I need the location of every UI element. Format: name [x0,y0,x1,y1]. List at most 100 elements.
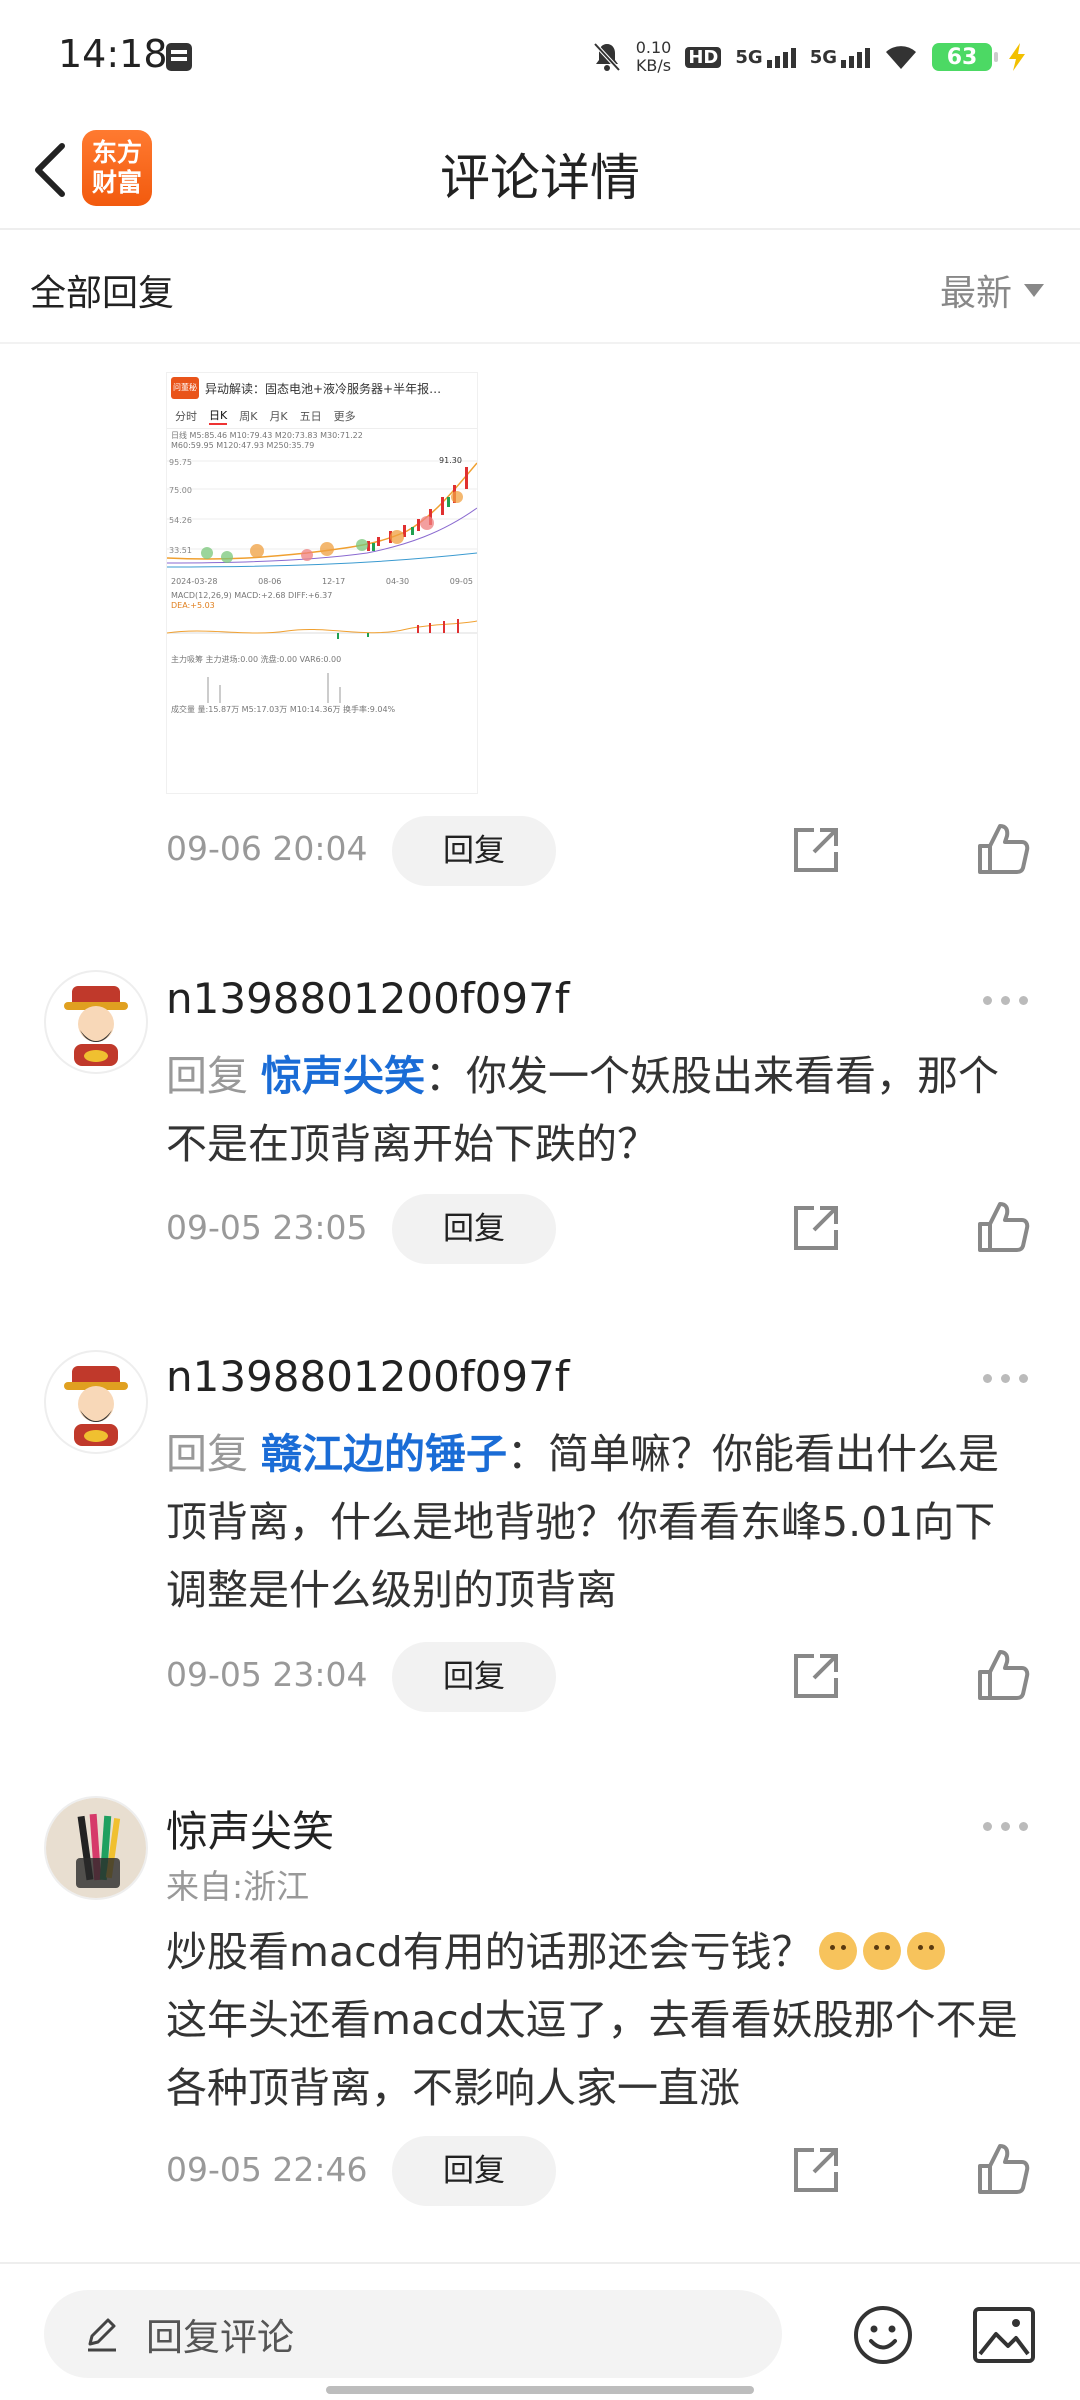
all-replies-label: 全部回复 [30,273,175,314]
dog-face-emoji-icon [906,1932,945,1970]
comment-text-line-2: 这年头还看macd太逗了，去看看妖股那个不是各种顶背离，不影响人家一直涨 [166,1996,1018,2112]
thumbs-up-icon[interactable] [976,1200,1030,1254]
thumb-info-line-1: 日线 M5:85.46 M10:79.43 M20:73.83 M30:71.2… [171,431,363,440]
thumb-info-line-2: M60:59.95 M120:47.93 M250:35.79 [171,441,315,450]
thumb-headline: 异动解读：固态电池+液冷服务器+半年报… [205,381,442,396]
reply-button[interactable]: 回复 [392,1194,556,1264]
thumb-macd-line: MACD(12,26,9) MACD:+2.68 DIFF:+6.37 [171,591,333,600]
stock-chart-image[interactable]: 问董秘 异动解读：固态电池+液冷服务器+半年报… 分时 日K 周K 月K 五日 … [166,372,478,794]
status-bar: 14:18 0.10 KB/s HD 5G 5G 63 [0,0,1080,110]
thumb-date: 12-17 [322,577,346,586]
thumb-date: 08-06 [258,577,282,586]
thumb-headline-row: 问董秘 异动解读：固态电池+液冷服务器+半年报… [167,373,477,403]
thumb-flow-info: 主力吸筹 主力进场:0.00 洗盘:0.00 VAR6:0.00 [171,655,342,664]
dog-face-emoji-icon [862,1932,901,1970]
sort-label: 最新 [939,273,1012,314]
status-icons: 0.10 KB/s HD 5G 5G 63 [592,34,1028,80]
fortune-god-avatar-icon [64,986,128,1066]
sim2-label: 5G [809,46,837,68]
comment-username[interactable]: n1398801200f097f [166,1352,570,1401]
reply-to-user-link[interactable]: 惊声尖笑 [261,1052,425,1100]
bottom-reply-bar: 回复评论 [0,2262,1080,2400]
sort-dropdown[interactable]: 最新 [940,264,1044,316]
network-speed-value: 0.10 [635,38,672,57]
share-icon[interactable] [790,1650,842,1702]
price-label: 75.00 [169,486,192,495]
share-icon[interactable] [790,824,842,876]
reply-prefix: 回复 [166,1052,248,1100]
comment-time: 09-06 20:04 [166,829,368,868]
hd-indicator: HD [685,46,722,68]
thumb-tab-active: 日K [209,407,228,425]
signal-bars-icon [841,47,870,68]
thumb-tab: 五日 [299,409,322,423]
reply-to-user-link[interactable]: 赣江边的锤子 [261,1430,507,1478]
reply-comment-input[interactable]: 回复评论 [44,2290,782,2378]
comment-body: 炒股看macd有用的话那还会亏钱？ 这年头还看macd太逗了，去看看妖股那个不是… [166,1918,1036,2122]
mute-bell-icon [593,42,621,72]
sim-card-icon [166,43,192,71]
comment-time: 09-05 23:05 [166,1208,368,1247]
triangle-down-icon [1024,283,1044,297]
page-title: 评论详情 [440,149,640,207]
thumb-dea-line: DEA:+5.03 [171,601,215,610]
avatar[interactable] [44,1796,148,1900]
thumb-tab: 分时 [175,409,197,423]
photo-avatar-icon [46,1798,146,1898]
more-options-icon[interactable] [983,1822,1028,1831]
thumbs-up-icon[interactable] [976,2142,1030,2196]
reply-button[interactable]: 回复 [392,1642,556,1712]
thumb-tabs: 分时 日K 周K 月K 五日 更多 [167,403,477,429]
signal-bars-icon [766,47,796,68]
comment-time: 09-05 22:46 [166,2150,368,2189]
thumb-tab: 周K [239,409,258,423]
thumb-tab: 月K [269,409,288,423]
reply-button[interactable]: 回复 [392,2136,556,2206]
more-options-icon[interactable] [983,1374,1028,1383]
thumb-date: 09-05 [449,577,473,586]
emoji-icon[interactable] [852,2304,914,2366]
sim1-label: 5G [735,46,763,68]
thumb-tab: 更多 [333,409,356,423]
signal-sim1: 5G [735,46,796,68]
image-icon[interactable] [972,2306,1036,2364]
replies-section-header: 全部回复 最新 [0,232,1080,344]
price-label: 95.75 [169,458,192,467]
avatar[interactable] [44,1350,148,1454]
reply-input-placeholder: 回复评论 [146,2316,294,2359]
macd-chart [167,619,477,639]
thumbs-up-icon[interactable] [976,822,1030,876]
comment-location: 来自:浙江 [166,1867,310,1906]
price-label: 33.51 [169,546,192,555]
share-icon[interactable] [790,1202,842,1254]
thumb-badge: 问董秘 [171,377,199,399]
share-icon[interactable] [790,2144,842,2196]
charging-bolt-icon [1009,43,1025,71]
comment-time: 09-05 23:04 [166,1655,368,1694]
more-options-icon[interactable] [983,996,1028,1005]
peak-label: 91.30 [439,456,462,465]
reply-prefix: 回复 [166,1430,248,1478]
comment-text-line-1: 炒股看macd有用的话那还会亏钱？ [166,1928,813,1976]
thumb-volume-info: 成交量 量:15.87万 M5:17.03万 M10:14.36万 换手率:9.… [171,705,396,714]
network-speed-unit: KB/s [635,56,672,75]
thumb-date: 04-30 [385,577,410,586]
thumb-dates: 2024-03-28 08-06 12-17 04-30 09-05 [167,575,477,589]
thumb-macd-info: MACD(12,26,9) MACD:+2.68 DIFF:+6.37 DEA:… [167,589,477,613]
avatar[interactable] [44,970,148,1074]
comment-username[interactable]: n1398801200f097f [166,974,570,1023]
thumb-date: 2024-03-28 [171,577,218,586]
wifi-icon [886,46,916,69]
status-time: 14:18 [58,32,168,76]
hd-label: HD [685,46,722,68]
home-indicator[interactable] [326,2386,754,2394]
comment-username[interactable]: 惊声尖笑 [166,1798,334,1859]
price-label: 54.26 [169,516,192,525]
comment-body: 回复 赣江边的锤子：简单嘛？你能看出什么是顶背离，什么是地背驰？你看看东峰5.0… [166,1420,1036,1624]
thumbs-up-icon[interactable] [976,1648,1030,1702]
reply-button[interactable]: 回复 [392,816,556,886]
candlestick-chart: 95.75 75.00 54.26 33.51 91.30 [167,456,477,568]
dog-face-emoji-icon [818,1932,857,1970]
battery-indicator: 63 [932,43,998,71]
signal-sim2: 5G [810,47,870,68]
